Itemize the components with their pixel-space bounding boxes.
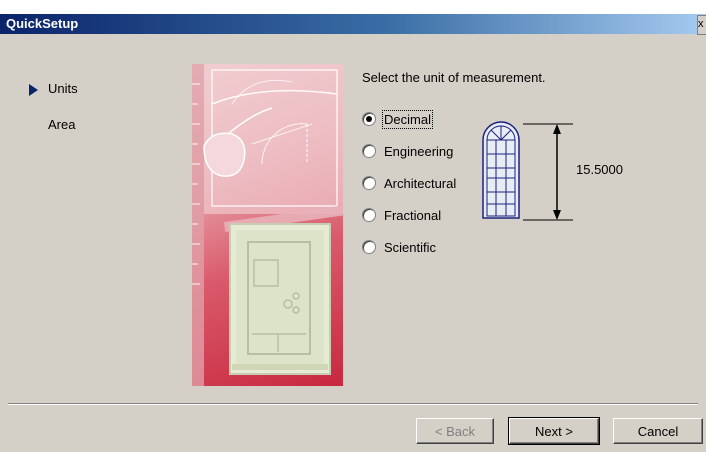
radio-button-selected[interactable] xyxy=(362,112,376,126)
radio-label-scientific: Scientific xyxy=(384,239,437,255)
title-bar: QuickSetup x xyxy=(0,0,706,35)
radio-label-decimal: Decimal xyxy=(382,109,433,129)
radio-label-fractional: Fractional xyxy=(384,207,442,223)
title-bar-strip xyxy=(0,14,706,34)
radio-architectural[interactable]: Architectural xyxy=(362,174,456,192)
button-divider xyxy=(8,403,698,405)
radio-button[interactable] xyxy=(362,144,376,158)
next-button[interactable]: Next > xyxy=(508,417,600,445)
units-prompt: Select the unit of measurement. xyxy=(362,70,546,85)
current-step-arrow-icon xyxy=(29,84,38,96)
radio-engineering[interactable]: Engineering xyxy=(362,142,453,160)
back-button[interactable]: < Back xyxy=(416,418,494,444)
radio-fractional[interactable]: Fractional xyxy=(362,206,441,224)
window-title: QuickSetup xyxy=(6,16,79,31)
preview-value: 15.5000 xyxy=(576,162,623,177)
close-button[interactable]: x xyxy=(697,15,706,35)
radio-button[interactable] xyxy=(362,176,376,190)
setup-illustration xyxy=(192,64,343,386)
step-area: Area xyxy=(48,117,76,132)
close-icon: x xyxy=(698,18,704,30)
radio-button[interactable] xyxy=(362,240,376,254)
step-units: Units xyxy=(48,81,78,96)
radio-label-engineering: Engineering xyxy=(384,143,454,159)
radio-button[interactable] xyxy=(362,208,376,222)
radio-scientific[interactable]: Scientific xyxy=(362,238,436,256)
cancel-button[interactable]: Cancel xyxy=(613,418,703,444)
radio-label-architectural: Architectural xyxy=(384,175,457,191)
radio-decimal[interactable]: Decimal xyxy=(362,109,433,129)
